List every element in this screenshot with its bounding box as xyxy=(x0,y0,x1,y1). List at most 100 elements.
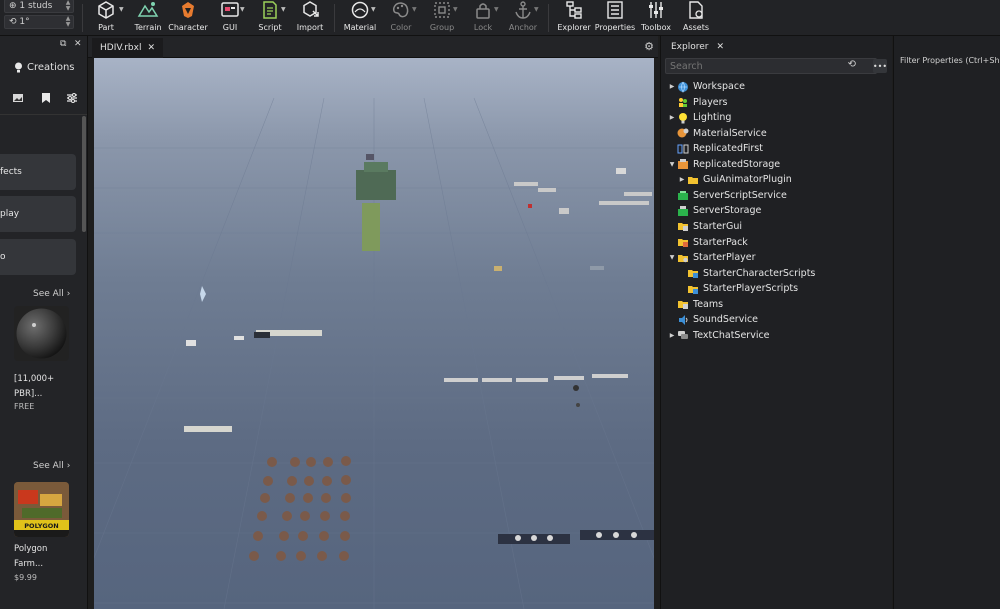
prop[interactable] xyxy=(590,266,604,270)
scene-models[interactable] xyxy=(94,58,654,609)
close-icon[interactable]: ✕ xyxy=(147,43,155,53)
explorer-item-teams[interactable]: Teams xyxy=(667,297,723,312)
explorer-item-soundservice[interactable]: SoundService xyxy=(667,312,758,327)
bookmark-icon xyxy=(42,93,50,103)
document-tab[interactable]: HDIV.rbxl ✕ xyxy=(92,38,163,58)
see-all-link[interactable]: See All › xyxy=(33,461,70,471)
gui-label: GUI xyxy=(222,23,238,32)
explorer-item-serverscriptservice[interactable]: ServerScriptService xyxy=(667,188,787,203)
expand-right-icon[interactable]: ▶ xyxy=(677,176,687,183)
close-icon[interactable]: ✕ xyxy=(716,42,724,52)
anchor-dropdown-caret[interactable]: ▼ xyxy=(534,6,539,13)
rotate-snap-field[interactable]: ⟲ 1° ▲ ▼ xyxy=(4,15,74,29)
gui-button[interactable]: GUI xyxy=(208,0,252,36)
sliders-icon xyxy=(67,93,77,103)
more-options-button[interactable]: ••• xyxy=(873,59,887,73)
creations-tab[interactable]: Creations xyxy=(14,62,75,73)
explorer-item-lighting[interactable]: ▶ Lighting xyxy=(667,110,731,125)
explorer-item-serverstorage[interactable]: ServerStorage xyxy=(667,203,761,218)
group-dropdown-caret[interactable]: ▼ xyxy=(453,6,458,13)
close-icon[interactable]: ✕ xyxy=(74,39,82,49)
prop-grid[interactable] xyxy=(249,456,351,561)
green-structure[interactable] xyxy=(356,154,396,251)
category-card-audio[interactable]: o xyxy=(0,239,76,275)
image-icon xyxy=(13,94,23,102)
bookmark-button[interactable] xyxy=(38,90,54,106)
server-storage-icon xyxy=(677,205,689,217)
part-label: Part xyxy=(98,23,114,32)
part-dropdown-caret[interactable]: ▼ xyxy=(119,6,124,13)
explorer-item-label: GuiAnimatorPlugin xyxy=(703,174,792,186)
viewport-settings-gear-icon[interactable]: ⚙ xyxy=(644,40,654,53)
explorer-item-label: ServerStorage xyxy=(693,205,762,217)
scrollbar[interactable] xyxy=(82,116,86,232)
undock-icon[interactable]: ⧉ xyxy=(60,39,66,49)
history-icon[interactable]: ⟲ xyxy=(848,59,856,70)
explorer-item-label: ServerScriptService xyxy=(693,189,787,201)
prop-cluster[interactable] xyxy=(184,330,322,432)
expand-down-icon[interactable]: ▼ xyxy=(667,254,677,261)
dark-prop-row[interactable] xyxy=(498,530,654,544)
gui-dropdown-caret[interactable]: ▼ xyxy=(240,6,245,13)
category-card-gameplay[interactable]: play xyxy=(0,196,76,232)
prop-row-mid[interactable] xyxy=(444,374,628,407)
explorer-tab[interactable]: Explorer ✕ xyxy=(665,38,730,56)
prop[interactable] xyxy=(616,168,626,174)
3d-viewport[interactable] xyxy=(94,58,654,609)
assets-icon xyxy=(689,1,703,19)
explorer-label: Explorer xyxy=(557,23,591,32)
explorer-item-starterpack[interactable]: StarterPack xyxy=(667,235,748,250)
explorer-item-startercharacterscripts[interactable]: StarterCharacterScripts xyxy=(677,266,815,281)
ribbon-toolbar: ⊕ 1 studs ▲ ▼ ⟲ 1° ▲ ▼ Part ▼ Terrain Char… xyxy=(0,0,1000,36)
rotate-snap-spinner[interactable]: ▲ ▼ xyxy=(63,16,73,28)
script-dropdown-caret[interactable]: ▼ xyxy=(281,6,286,13)
filter-settings-button[interactable] xyxy=(64,90,80,106)
category-card-effects[interactable]: fects xyxy=(0,154,76,190)
assets-button[interactable]: Assets xyxy=(674,0,718,36)
move-snap-spinner[interactable]: ▲ ▼ xyxy=(63,0,73,12)
properties-panel: Filter Properties (Ctrl+Shi xyxy=(893,36,1000,609)
prop[interactable] xyxy=(494,266,502,271)
explorer-item-replicatedfirst[interactable]: ReplicatedFirst xyxy=(667,141,763,156)
expand-down-icon[interactable]: ▼ xyxy=(667,161,677,168)
expand-right-icon[interactable]: ▶ xyxy=(667,83,677,90)
explorer-item-starterplayer[interactable]: ▼ StarterPlayer xyxy=(667,250,756,265)
material-dropdown-caret[interactable]: ▼ xyxy=(371,6,376,13)
explorer-item-players[interactable]: Players xyxy=(667,95,728,110)
asset-name-polygon-farm[interactable]: Polygon Farm... xyxy=(14,542,47,572)
explorer-item-label: ReplicatedStorage xyxy=(693,158,781,170)
explorer-item-textchatservice[interactable]: ▶ TextChatService xyxy=(667,328,770,343)
terrain-button[interactable]: Terrain xyxy=(126,0,170,36)
anchor-icon xyxy=(515,1,531,19)
asset-name-pbr[interactable]: [11,000+ PBR]... xyxy=(14,372,54,402)
asset-thumbnail-polygon-farm[interactable]: POLYGON xyxy=(14,482,69,537)
import-button[interactable]: Import xyxy=(288,0,332,36)
explorer-item-startergui[interactable]: StarterGui xyxy=(667,219,742,234)
prop-row[interactable] xyxy=(514,182,652,214)
properties-button[interactable]: Properties xyxy=(593,0,637,36)
expand-right-icon[interactable]: ▶ xyxy=(667,332,677,339)
explorer-button[interactable]: Explorer xyxy=(552,0,596,36)
see-all-link[interactable]: See All › xyxy=(33,289,70,299)
move-snap-field[interactable]: ⊕ 1 studs ▲ ▼ xyxy=(4,0,74,13)
lock-dropdown-caret[interactable]: ▼ xyxy=(494,6,499,13)
explorer-item-starterplayerscripts[interactable]: StarterPlayerScripts xyxy=(677,281,798,296)
filter-properties-input[interactable]: Filter Properties (Ctrl+Shi xyxy=(900,56,1000,65)
explorer-search-input[interactable] xyxy=(670,60,850,72)
toolbox-button[interactable]: Toolbox xyxy=(634,0,678,36)
explorer-item-guianimatorplugin[interactable]: ▶ GuiAnimatorPlugin xyxy=(677,172,792,187)
red-marker[interactable] xyxy=(528,204,532,208)
lightbulb-icon xyxy=(15,62,22,73)
asset-name-line: Polygon xyxy=(14,544,48,554)
explorer-search-bar[interactable]: ⟲ xyxy=(665,58,877,74)
crystal-prop[interactable] xyxy=(200,286,206,302)
explorer-item-materialservice[interactable]: MaterialService xyxy=(667,126,767,141)
explorer-item-workspace[interactable]: ▶ Workspace xyxy=(667,79,745,94)
image-filter-button[interactable] xyxy=(10,90,26,106)
explorer-item-replicatedstorage[interactable]: ▼ ReplicatedStorage xyxy=(667,157,780,172)
character-button[interactable]: Character xyxy=(166,0,210,36)
asset-thumbnail-pbr[interactable] xyxy=(14,306,69,361)
expand-right-icon[interactable]: ▶ xyxy=(667,114,677,121)
color-dropdown-caret[interactable]: ▼ xyxy=(412,6,417,13)
anchor-label: Anchor xyxy=(508,23,538,32)
